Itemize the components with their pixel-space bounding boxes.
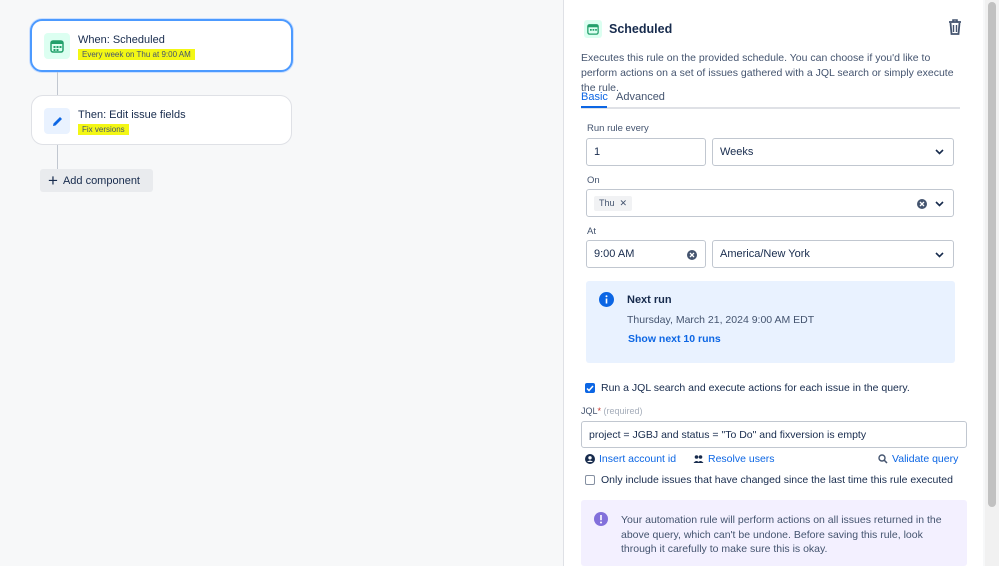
validate-query-label: Validate query xyxy=(892,453,959,465)
remove-tag-icon[interactable]: ✕ xyxy=(620,198,628,209)
clear-icon[interactable] xyxy=(917,199,927,209)
component-config-panel: Scheduled Executes this rule on the prov… xyxy=(563,0,983,566)
only-changed-checkbox[interactable] xyxy=(585,475,595,485)
tabs-divider xyxy=(581,107,960,109)
action-card[interactable]: Then: Edit issue fields Fix versions xyxy=(31,95,292,145)
tab-basic-indicator xyxy=(581,106,607,108)
add-component-label: Add component xyxy=(62,174,140,187)
jql-checkbox-label: Run a JQL search and execute actions for… xyxy=(601,382,910,394)
plus-icon: + xyxy=(48,171,58,190)
clear-icon[interactable] xyxy=(687,250,697,260)
people-icon xyxy=(693,455,704,463)
panel-scrollbar[interactable] xyxy=(985,0,999,566)
trigger-title: When: Scheduled xyxy=(78,34,165,46)
add-component-button[interactable]: + Add component xyxy=(40,169,153,192)
calendar-icon xyxy=(584,20,602,38)
next-run-box: Next run Thursday, March 21, 2024 9:00 A… xyxy=(586,281,955,363)
chevron-down-icon xyxy=(935,201,944,207)
resolve-users-link[interactable]: Resolve users xyxy=(693,453,775,465)
jql-label-row: JQL* (required) xyxy=(581,406,643,416)
pencil-icon xyxy=(44,108,70,134)
search-icon xyxy=(878,454,888,464)
jql-input[interactable]: project = JGBJ and status = "To Do" and … xyxy=(581,421,967,448)
action-title: Then: Edit issue fields xyxy=(78,109,186,121)
jql-value: project = JGBJ and status = "To Do" and … xyxy=(589,428,867,441)
tab-basic[interactable]: Basic xyxy=(581,91,608,103)
interval-input[interactable]: 1 xyxy=(586,138,706,166)
interval-unit-value: Weeks xyxy=(720,146,754,158)
timezone-value: America/New York xyxy=(720,248,810,260)
scrollbar-thumb[interactable] xyxy=(988,2,996,507)
action-subtitle: Fix versions xyxy=(78,124,129,135)
warning-icon xyxy=(594,512,608,526)
user-circle-icon xyxy=(585,454,595,464)
interval-unit-select[interactable]: Weeks xyxy=(712,138,954,166)
day-tag: Thu ✕ xyxy=(594,195,633,211)
connector-line xyxy=(57,145,58,169)
info-icon xyxy=(599,292,614,307)
on-label: On xyxy=(587,175,600,186)
trigger-card[interactable]: When: Scheduled Every week on Thu at 9:0… xyxy=(30,19,293,72)
check-icon xyxy=(586,385,594,392)
tab-advanced[interactable]: Advanced xyxy=(616,91,665,103)
warning-text: Your automation rule will perform action… xyxy=(621,514,942,555)
trigger-subtitle: Every week on Thu at 9:00 AM xyxy=(78,49,195,60)
resolve-users-label: Resolve users xyxy=(708,453,775,465)
jql-label: JQL xyxy=(581,406,598,416)
jql-checkbox[interactable] xyxy=(585,383,595,393)
at-label: At xyxy=(587,226,596,237)
time-value: 9:00 AM xyxy=(594,248,635,260)
panel-title: Scheduled xyxy=(609,22,673,36)
day-tag-label: Thu xyxy=(599,198,615,208)
insert-account-id-label: Insert account id xyxy=(599,453,677,465)
run-rule-every-label: Run rule every xyxy=(587,123,649,134)
chevron-down-icon xyxy=(935,252,944,258)
validate-query-link[interactable]: Validate query xyxy=(878,453,958,465)
timezone-select[interactable]: America/New York xyxy=(712,240,954,268)
connector-line xyxy=(57,72,58,95)
trash-icon[interactable] xyxy=(946,17,966,37)
show-next-runs-link[interactable]: Show next 10 runs xyxy=(628,333,721,345)
only-changed-label: Only include issues that have changed si… xyxy=(601,474,953,486)
panel-description: Executes this rule on the provided sched… xyxy=(581,52,954,94)
warning-box: Your automation rule will perform action… xyxy=(581,500,967,566)
next-run-date: Thursday, March 21, 2024 9:00 AM EDT xyxy=(627,314,815,326)
time-select[interactable]: 9:00 AM xyxy=(586,240,706,268)
calendar-icon xyxy=(44,33,70,59)
insert-account-id-link[interactable]: Insert account id xyxy=(585,453,676,465)
chevron-down-icon xyxy=(935,149,944,155)
day-multiselect[interactable]: Thu ✕ xyxy=(586,189,954,217)
next-run-title: Next run xyxy=(627,294,672,306)
interval-value: 1 xyxy=(594,146,601,158)
jql-required-hint: (required) xyxy=(603,406,643,416)
